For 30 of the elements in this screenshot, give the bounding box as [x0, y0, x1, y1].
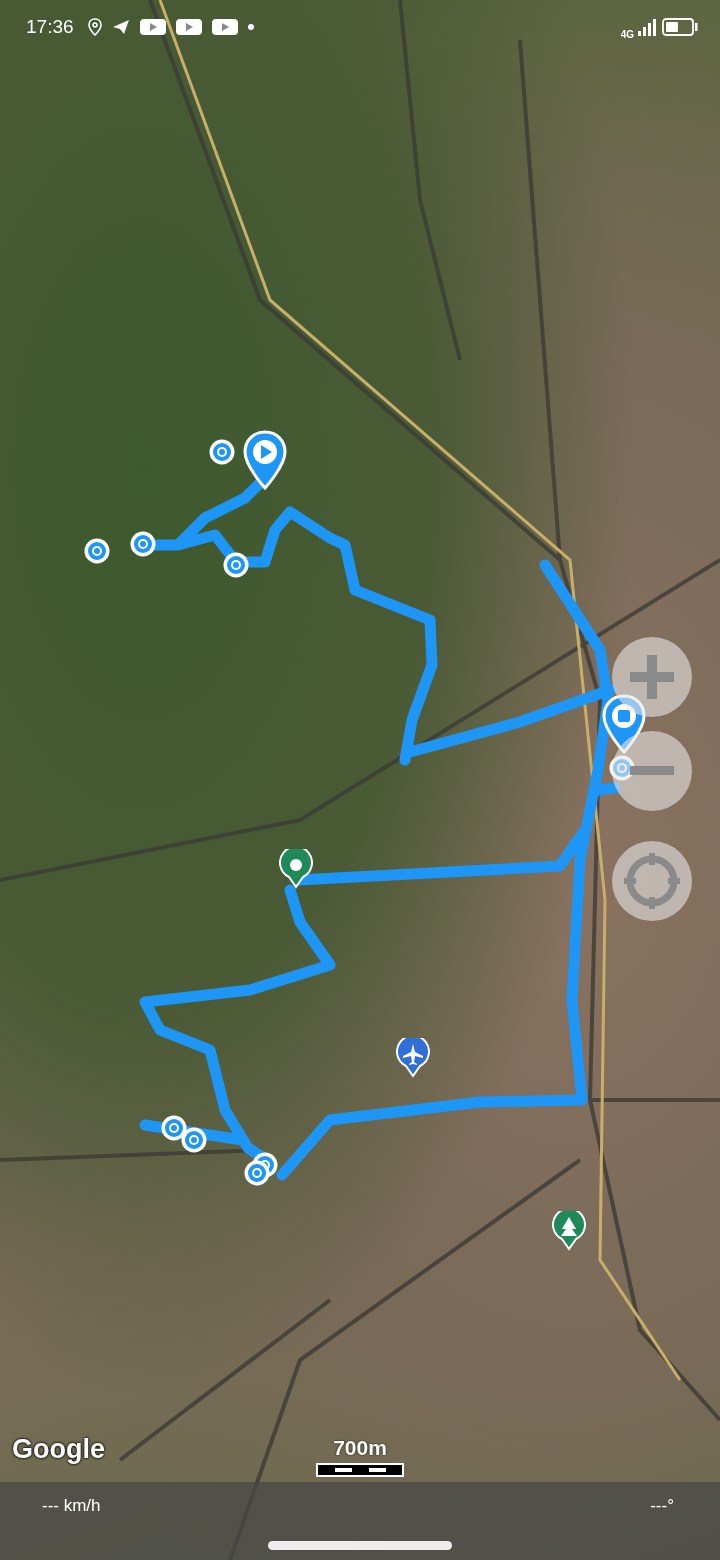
place-pin-icon[interactable]	[279, 849, 313, 889]
zoom-out-button[interactable]	[612, 731, 692, 811]
play-box-icon	[211, 18, 238, 36]
waypoint-icon[interactable]	[208, 438, 236, 466]
clock-time: 17:36	[26, 16, 74, 38]
airplane-pin-icon[interactable]	[396, 1038, 430, 1078]
play-box-icon	[139, 18, 166, 36]
dot-icon	[247, 24, 254, 30]
play-box-icon	[175, 18, 202, 36]
start-pin-icon[interactable]	[243, 430, 287, 490]
location-icon	[87, 18, 102, 36]
signal-icon	[638, 18, 658, 36]
speed-readout: --- km/h	[42, 1496, 101, 1517]
waypoint-icon[interactable]	[243, 1159, 271, 1187]
zoom-in-button[interactable]	[612, 637, 692, 717]
google-logo: Google	[12, 1434, 105, 1465]
scale-label: 700m	[333, 1436, 387, 1460]
waypoint-icon[interactable]	[83, 537, 111, 565]
send-icon	[111, 19, 130, 35]
waypoint-icon[interactable]	[180, 1126, 208, 1154]
tree-pin-icon[interactable]	[552, 1211, 586, 1251]
network-type: 4G	[620, 28, 634, 40]
heading-readout: ---°	[650, 1496, 674, 1517]
battery-icon	[662, 18, 698, 36]
waypoint-icon[interactable]	[222, 551, 250, 579]
waypoint-icon[interactable]	[160, 1114, 188, 1142]
waypoint-icon[interactable]	[608, 754, 636, 782]
end-pin-icon[interactable]	[602, 694, 646, 754]
scale-bar-icon	[316, 1463, 404, 1477]
waypoint-icon[interactable]	[129, 530, 157, 558]
